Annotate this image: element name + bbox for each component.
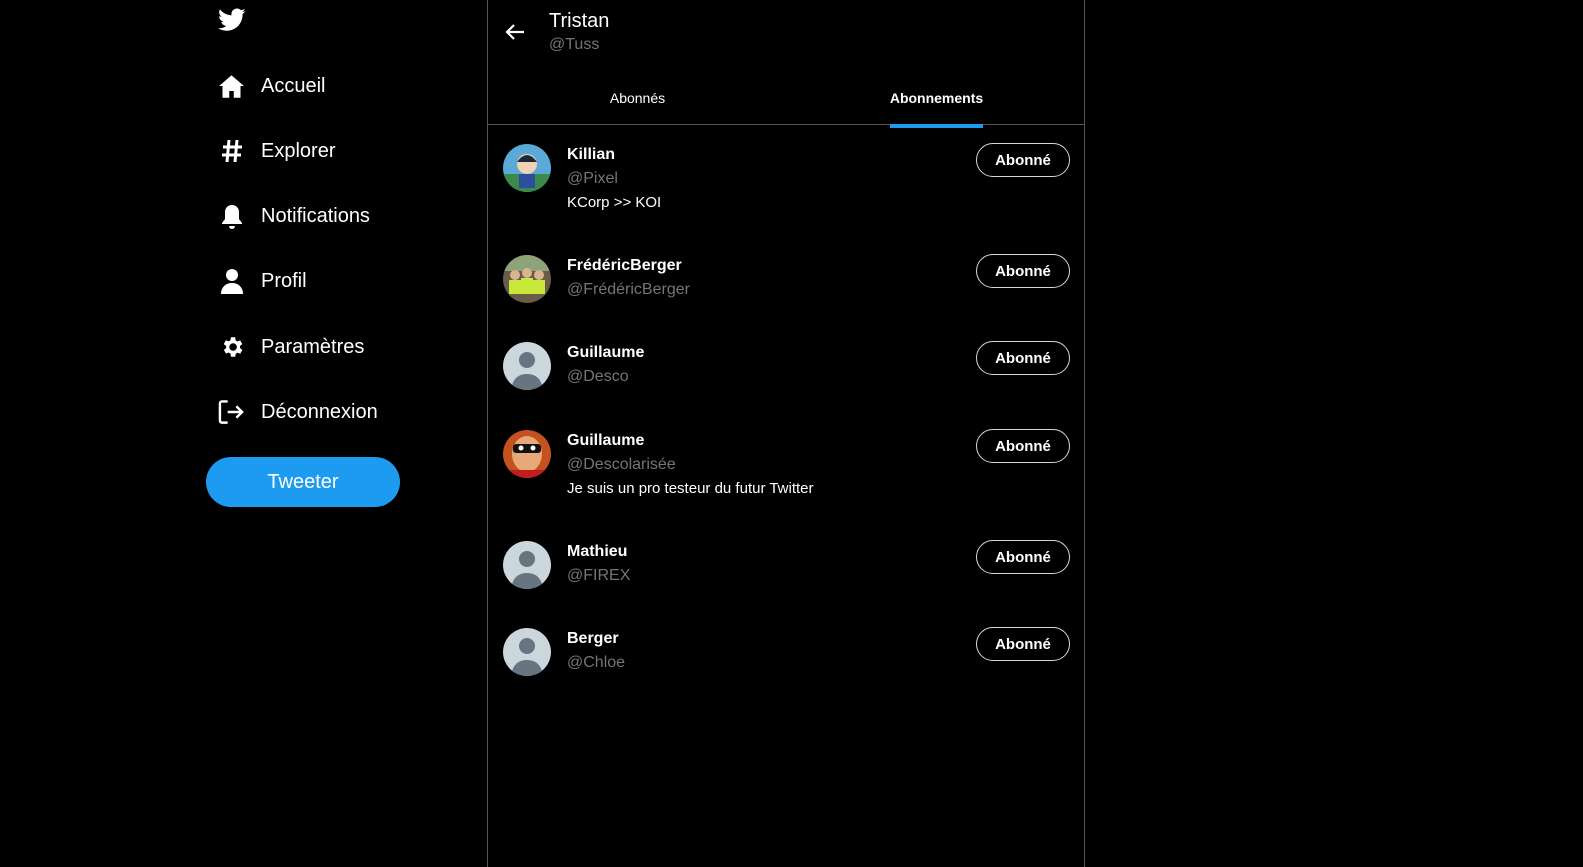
- tab-followers[interactable]: Abonnés: [488, 74, 787, 124]
- user-handle: @FrédéricBerger: [567, 281, 690, 298]
- tab-bar: Abonnés Abonnements: [488, 74, 1086, 128]
- following-button[interactable]: Abonné: [976, 254, 1070, 288]
- avatar[interactable]: [503, 541, 551, 589]
- avatar[interactable]: [503, 144, 551, 192]
- following-button[interactable]: Abonné: [976, 627, 1070, 661]
- avatar[interactable]: [503, 255, 551, 303]
- sidebar-item-profile[interactable]: Profil: [218, 261, 307, 301]
- sidebar-item-logout[interactable]: Déconnexion: [218, 392, 378, 432]
- avatar[interactable]: [503, 628, 551, 676]
- user-bio: Je suis un pro testeur du futur Twitter: [567, 480, 814, 497]
- following-button[interactable]: Abonné: [976, 341, 1070, 375]
- profile-name: Tristan: [549, 10, 610, 32]
- tab-label: Abonnés: [609, 90, 666, 106]
- twitter-bird-icon[interactable]: [218, 8, 246, 32]
- user-name: FrédéricBerger: [567, 257, 682, 274]
- sidebar-item-settings[interactable]: Paramètres: [218, 327, 364, 367]
- bell-icon: [218, 203, 245, 230]
- avatar[interactable]: [503, 430, 551, 478]
- following-button[interactable]: Abonné: [976, 429, 1070, 463]
- sidebar-item-label: Explorer: [261, 139, 336, 162]
- sidebar-item-label: Profil: [261, 269, 307, 292]
- user-handle: @FIREX: [567, 567, 631, 584]
- hashtag-icon: [218, 138, 245, 165]
- user-bio: KCorp >> KOI: [567, 194, 662, 211]
- sidebar-item-label: Accueil: [261, 74, 326, 97]
- sidebar-item-label: Déconnexion: [261, 400, 378, 423]
- user-name: Guillaume: [567, 344, 645, 361]
- following-button[interactable]: Abonné: [976, 143, 1070, 177]
- tweet-button[interactable]: Tweeter: [206, 457, 400, 507]
- gear-icon: [218, 334, 245, 361]
- user-name: Berger: [567, 630, 619, 647]
- user-name: Guillaume: [567, 432, 645, 449]
- profile-header: Tristan @Tuss: [488, 0, 1084, 60]
- avatar[interactable]: [503, 342, 551, 390]
- back-arrow-icon[interactable]: [503, 20, 531, 48]
- user-handle: @Desco: [567, 368, 629, 385]
- profile-handle: @Tuss: [549, 36, 600, 53]
- sidebar-item-notifications[interactable]: Notifications: [218, 196, 370, 236]
- sidebar-item-home[interactable]: Accueil: [218, 66, 325, 106]
- user-handle: @Chloe: [567, 654, 626, 671]
- main-column: Tristan @Tuss Abonnés Abonnements Killia…: [487, 0, 1085, 867]
- user-handle: @Descolarisée: [567, 456, 676, 473]
- user-handle: @Pixel: [567, 170, 618, 187]
- user-name: Killian: [567, 146, 616, 163]
- sidebar-item-explore[interactable]: Explorer: [218, 131, 335, 171]
- logout-icon: [218, 399, 245, 426]
- tab-following[interactable]: Abonnements: [787, 74, 1086, 128]
- following-button[interactable]: Abonné: [976, 540, 1070, 574]
- tab-label: Abonnements: [889, 74, 984, 128]
- sidebar-item-label: Paramètres: [261, 335, 365, 358]
- sidebar-item-label: Notifications: [261, 204, 370, 227]
- home-icon: [218, 73, 245, 100]
- person-icon: [218, 268, 245, 295]
- sidebar: Accueil Explorer Notifications Profil Pa…: [0, 0, 483, 867]
- user-name: Mathieu: [567, 543, 628, 560]
